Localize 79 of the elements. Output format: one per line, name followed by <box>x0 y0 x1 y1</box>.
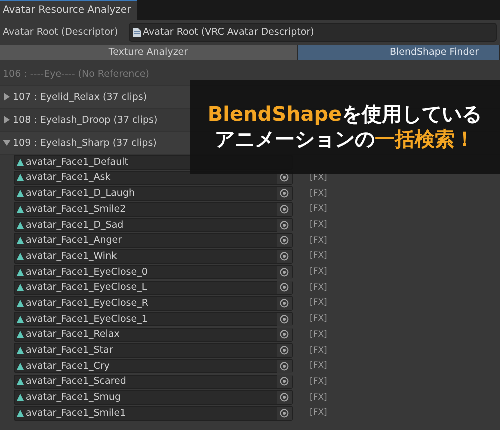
animation-clip-icon <box>17 237 24 244</box>
target-button[interactable] <box>277 391 292 404</box>
target-button[interactable] <box>277 296 292 310</box>
animation-clip-icon <box>17 300 24 307</box>
layer-label: [FX] <box>310 298 328 308</box>
layer-label: [FX] <box>310 188 328 199</box>
foldout-header[interactable]: 109 : Eyelash_Sharp (37 clips) <box>3 138 157 148</box>
target-button[interactable] <box>277 328 292 342</box>
caret-down-icon <box>3 139 11 147</box>
script-icon <box>133 28 141 36</box>
clip-field[interactable]: avatar_Face1_D_Laugh <box>14 186 293 201</box>
clip-field[interactable]: avatar_Face1_Ask <box>14 170 293 186</box>
group-label: 106 : ----Eye---- (No Reference) <box>3 68 150 80</box>
layer-label: [FX] <box>310 236 328 246</box>
target-button[interactable] <box>277 360 292 373</box>
layer-label: [FX] <box>310 330 328 340</box>
layer-label: [FX] <box>310 346 328 356</box>
target-button[interactable] <box>277 375 292 388</box>
target-button[interactable] <box>277 344 292 357</box>
clip-field[interactable]: avatar_Face1_Relax <box>14 328 293 342</box>
clip-field[interactable]: avatar_Face1_Smile2 <box>14 202 293 217</box>
target-button[interactable] <box>277 202 292 216</box>
animation-clip-icon <box>17 394 24 402</box>
foldout-header[interactable]: 107 : Eyelid_Relax (37 clips) <box>3 92 148 102</box>
target-button[interactable] <box>277 281 292 294</box>
animation-clip-icon <box>17 174 24 182</box>
animation-clip-icon <box>17 347 24 354</box>
window-tab[interactable]: Avatar Resource Analyzer <box>0 0 138 20</box>
clip-field[interactable]: avatar_Face1_Scared <box>14 374 293 390</box>
target-button[interactable] <box>277 312 292 326</box>
layer-label: [FX] <box>310 267 328 278</box>
layer-label: [FX] <box>310 392 328 403</box>
target-button[interactable] <box>277 218 292 232</box>
clip-field[interactable]: avatar_Face1_EyeClose_0 <box>14 264 293 280</box>
animation-clip-icon <box>17 362 24 370</box>
clip-field[interactable]: avatar_Face1_Star <box>14 343 293 358</box>
target-button[interactable] <box>277 187 292 200</box>
clip-field[interactable]: avatar_Face1_Anger <box>14 233 293 248</box>
layer-label: [FX] <box>310 282 328 293</box>
object-field[interactable]: Avatar Root (VRC Avatar Descriptor) <box>129 22 497 42</box>
clip-field[interactable]: avatar_Face1_D_Sad <box>14 218 293 232</box>
clip-field[interactable]: avatar_Face1_Smug <box>14 390 293 405</box>
target-button[interactable] <box>277 406 292 420</box>
animation-clip-icon <box>17 158 24 166</box>
target-button[interactable] <box>277 266 292 279</box>
layer-label: [FX] <box>310 172 328 183</box>
field-label: Avatar Root (Descriptor) <box>3 26 120 38</box>
animation-clip-icon <box>17 268 24 276</box>
caret-right-icon <box>3 93 11 101</box>
layer-label: [FX] <box>310 408 328 418</box>
layer-label: [FX] <box>310 204 328 214</box>
animation-clip-icon <box>17 284 24 292</box>
animation-clip-icon <box>17 190 24 198</box>
target-button[interactable] <box>277 250 292 263</box>
target-button[interactable] <box>277 234 292 248</box>
animation-clip-icon <box>17 378 24 386</box>
animation-clip-icon <box>17 316 24 323</box>
caret-right-icon <box>3 116 11 124</box>
animation-clip-icon <box>17 410 24 417</box>
layer-label: [FX] <box>310 376 328 387</box>
toolbar-tab[interactable]: Texture Analyzer <box>0 45 298 60</box>
foldout-header[interactable]: 108 : Eyelash_Droop (37 clips) <box>3 114 158 126</box>
animation-clip-icon <box>17 252 24 260</box>
clip-field[interactable]: avatar_Face1_EyeClose_1 <box>14 312 293 326</box>
layer-label: [FX] <box>310 220 328 230</box>
layer-label: [FX] <box>310 251 328 262</box>
clip-field[interactable]: avatar_Face1_Cry <box>14 358 293 374</box>
layer-label: [FX] <box>310 314 328 324</box>
animation-clip-icon <box>17 222 24 228</box>
clip-field[interactable]: avatar_Face1_EyeClose_R <box>14 296 293 311</box>
animation-clip-icon <box>17 206 24 213</box>
banner-text: BlendShapeを使用している <box>208 103 482 126</box>
banner-text: アニメーションの一括検索！ <box>215 128 475 151</box>
layer-label: [FX] <box>310 361 328 372</box>
clip-field[interactable]: avatar_Face1_Smile1 <box>14 406 293 420</box>
toolbar-tab[interactable]: BlendShape Finder <box>298 45 500 60</box>
clip-field[interactable]: avatar_Face1_Wink <box>14 249 293 264</box>
animation-clip-icon <box>17 331 24 338</box>
clip-field[interactable]: avatar_Face1_EyeClose_L <box>14 280 293 295</box>
